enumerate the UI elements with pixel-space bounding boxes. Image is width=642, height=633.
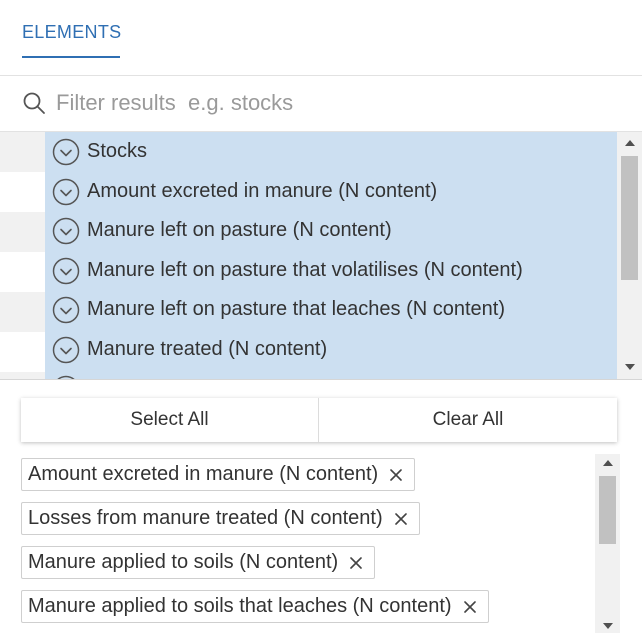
selected-scrollbar[interactable] bbox=[595, 454, 620, 633]
list-item-label: Manure left on pasture (N content) bbox=[87, 219, 392, 241]
close-icon[interactable] bbox=[460, 597, 480, 617]
list-item-label: Manure left on pasture that leaches (N c… bbox=[87, 298, 506, 320]
bulk-actions: Select All Clear All bbox=[21, 398, 617, 442]
row-stripes bbox=[0, 132, 45, 379]
selected-chip: Manure applied to soils (N content) bbox=[21, 546, 376, 579]
check-circle-icon bbox=[52, 336, 80, 364]
close-icon[interactable] bbox=[386, 465, 406, 485]
selected-chip: Losses from manure treated (N content) bbox=[21, 502, 420, 535]
arrow-up-icon bbox=[624, 140, 635, 146]
search-icon bbox=[23, 92, 45, 114]
elements-list-panel: Stocks Amount excreted in manure (N cont… bbox=[0, 132, 642, 380]
list-item[interactable]: Manure left on pasture that leaches (N c… bbox=[45, 290, 617, 330]
close-icon[interactable] bbox=[346, 553, 366, 573]
scroll-up-button[interactable] bbox=[595, 454, 620, 472]
row-stripe bbox=[0, 212, 45, 252]
row-stripe bbox=[0, 332, 45, 372]
list-item[interactable] bbox=[45, 369, 617, 379]
list-item-label: Manure treated (N content) bbox=[87, 338, 328, 360]
close-icon[interactable] bbox=[391, 509, 411, 529]
list-item[interactable]: Manure left on pasture that volatilises … bbox=[45, 251, 617, 291]
scroll-down-button[interactable] bbox=[595, 617, 620, 633]
scroll-down-button[interactable] bbox=[617, 358, 642, 376]
chip-label: Manure applied to soils that leaches (N … bbox=[28, 595, 452, 617]
scroll-thumb[interactable] bbox=[621, 156, 638, 280]
clear-all-button[interactable]: Clear All bbox=[319, 398, 617, 442]
chip-label: Manure applied to soils (N content) bbox=[28, 551, 339, 573]
scroll-thumb[interactable] bbox=[599, 476, 616, 544]
select-all-button[interactable]: Select All bbox=[21, 398, 319, 442]
check-circle-icon bbox=[52, 217, 80, 245]
tab-elements[interactable]: ELEMENTS bbox=[22, 22, 121, 43]
selected-chip: Manure applied to soils that leaches (N … bbox=[21, 590, 489, 623]
chip-label: Amount excreted in manure (N content) bbox=[28, 463, 379, 485]
row-stripe bbox=[0, 252, 45, 292]
check-circle-icon bbox=[57, 375, 75, 379]
selected-chip: Amount excreted in manure (N content) bbox=[21, 458, 416, 491]
list-item-label: Manure left on pasture that volatilises … bbox=[87, 259, 523, 281]
arrow-down-icon bbox=[624, 364, 635, 370]
elements-list: Stocks Amount excreted in manure (N cont… bbox=[45, 132, 617, 379]
check-circle-icon bbox=[52, 296, 80, 324]
tab-bar: ELEMENTS bbox=[0, 0, 642, 76]
selected-items-panel: Amount excreted in manure (N content) Lo… bbox=[0, 452, 642, 633]
check-circle-icon bbox=[52, 257, 80, 285]
filter-bar bbox=[0, 76, 642, 132]
chip-label: Losses from manure treated (N content) bbox=[28, 507, 383, 529]
row-stripe bbox=[0, 132, 45, 172]
arrow-up-icon bbox=[602, 460, 613, 466]
list-item-label: Stocks bbox=[87, 140, 148, 162]
list-item[interactable]: Amount excreted in manure (N content) bbox=[45, 172, 617, 212]
row-stripe bbox=[0, 172, 45, 212]
list-item[interactable]: Manure treated (N content) bbox=[45, 330, 617, 370]
check-circle-icon bbox=[52, 178, 80, 206]
row-stripe bbox=[0, 372, 45, 379]
list-item-label: Amount excreted in manure (N content) bbox=[87, 180, 438, 202]
list-item[interactable]: Manure left on pasture (N content) bbox=[45, 211, 617, 251]
row-stripe bbox=[0, 292, 45, 332]
list-item[interactable]: Stocks bbox=[45, 132, 617, 172]
filter-input[interactable] bbox=[52, 86, 612, 120]
check-circle-icon bbox=[52, 138, 80, 166]
scroll-up-button[interactable] bbox=[617, 134, 642, 152]
arrow-down-icon bbox=[602, 623, 613, 629]
active-tab-indicator bbox=[22, 56, 120, 58]
elements-scrollbar[interactable] bbox=[617, 132, 642, 379]
